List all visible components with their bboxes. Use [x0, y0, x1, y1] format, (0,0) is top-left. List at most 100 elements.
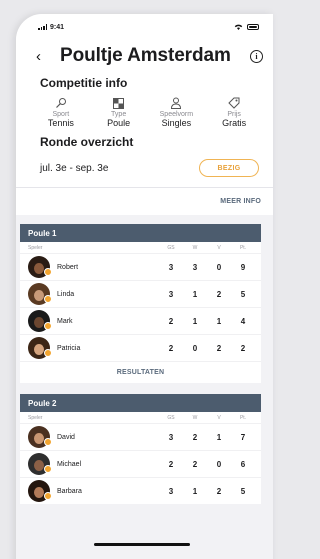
- stat-w: 1: [192, 289, 198, 299]
- title-bar: ‹ Poultje Amsterdam i: [16, 40, 273, 72]
- stat-w: 3: [192, 262, 198, 272]
- stat-gs: 3: [168, 486, 174, 496]
- stat-pt: 5: [240, 486, 246, 496]
- info-cell-sport: Sport Tennis: [32, 96, 90, 128]
- player-name: Michael: [57, 460, 82, 468]
- info-icon[interactable]: i: [250, 49, 263, 63]
- round-row: jul. 3e - sep. 3e BEZIG: [16, 149, 273, 187]
- table-row[interactable]: David 3 2 1 7: [20, 423, 261, 450]
- competition-info-title: Competitie info: [40, 76, 128, 90]
- wifi-icon: [234, 24, 243, 30]
- stat-gs: 2: [168, 343, 174, 353]
- stat-w: 2: [192, 459, 198, 469]
- info-label: Type: [111, 111, 127, 118]
- info-label: Sport: [52, 111, 70, 118]
- phone-screen: 9:41 ‹ Poultje Amsterdam i Competitie in…: [16, 14, 273, 559]
- stat-v: 1: [216, 432, 222, 442]
- competition-info-grid: Sport Tennis Type Poule Speelvorm Single…: [16, 90, 273, 128]
- player-name: David: [57, 433, 75, 441]
- status-bar: 9:41: [16, 14, 273, 40]
- battery-icon: [247, 24, 259, 30]
- info-cell-type: Type Poule: [90, 96, 148, 128]
- player-name: Mark: [57, 317, 73, 325]
- avatar: [28, 256, 52, 278]
- stat-v: 2: [216, 289, 222, 299]
- avatar: [28, 283, 52, 305]
- column-header-w: W: [192, 414, 198, 421]
- stat-gs: 3: [168, 262, 174, 272]
- page-title: Poultje Amsterdam: [60, 45, 231, 66]
- column-header-gs: GS: [167, 244, 175, 251]
- avatar-face: [34, 460, 44, 471]
- column-header-pt: Pt.: [239, 244, 247, 251]
- table-row[interactable]: Linda 3 1 2 5: [20, 280, 261, 307]
- poule-header: Poule 1: [20, 224, 261, 242]
- column-header-pt: Pt.: [239, 414, 247, 421]
- table-row[interactable]: Robert 3 3 0 9: [20, 253, 261, 280]
- info-value: Singles: [161, 118, 192, 128]
- column-header-w: W: [192, 244, 198, 251]
- stat-v: 2: [216, 486, 222, 496]
- avatar-face: [34, 290, 44, 301]
- stat-gs: 3: [168, 289, 174, 299]
- stat-pt: 6: [240, 459, 246, 469]
- avatar-face: [34, 487, 44, 498]
- stat-gs: 3: [168, 432, 174, 442]
- stat-w: 1: [192, 486, 198, 496]
- table-row[interactable]: Patricia 2 0 2 2: [20, 334, 261, 361]
- stat-w: 1: [192, 316, 198, 326]
- racket-icon: [32, 96, 90, 110]
- table-row[interactable]: Mark 2 1 1 4: [20, 307, 261, 334]
- avatar-badge-icon: [44, 268, 52, 276]
- poule-card: Poule 1 Speler GS W V Pt. Robert 3 3 0 9 Linda 3 1 2 5 M…: [20, 224, 261, 383]
- bracket-icon: [90, 96, 148, 110]
- info-cell-prijs: Prijs Gratis: [205, 96, 263, 128]
- signal-icon: [38, 24, 47, 30]
- stat-v: 0: [216, 262, 222, 272]
- status-time: 9:41: [50, 23, 65, 31]
- column-header-gs: GS: [167, 414, 175, 421]
- player-name: Barbara: [57, 487, 82, 495]
- avatar-face: [34, 263, 44, 274]
- info-value: Tennis: [47, 118, 74, 128]
- player-name: Patricia: [57, 344, 81, 352]
- avatar-badge-icon: [44, 349, 52, 357]
- player-name: Robert: [57, 263, 79, 271]
- round-dates: jul. 3e - sep. 3e: [40, 162, 109, 174]
- stat-v: 2: [216, 343, 222, 353]
- avatar-face: [34, 433, 44, 444]
- info-label: Prijs: [227, 111, 241, 118]
- avatar-badge-icon: [44, 295, 52, 303]
- avatar-badge-icon: [44, 438, 52, 446]
- stat-w: 0: [192, 343, 198, 353]
- column-header-player: Speler: [28, 244, 43, 251]
- table-row[interactable]: Barbara 3 1 2 5: [20, 477, 261, 504]
- status-left: 9:41: [38, 24, 64, 31]
- info-value: Gratis: [222, 118, 247, 128]
- more-info-link[interactable]: MEER INFO: [16, 187, 273, 215]
- column-header-v: V: [217, 244, 221, 251]
- info-cell-speelvorm: Speelvorm Singles: [148, 96, 206, 128]
- column-header-row: Speler GS W V Pt.: [20, 412, 261, 423]
- poules-list: Poule 1 Speler GS W V Pt. Robert 3 3 0 9 Linda 3 1 2 5 M…: [16, 224, 273, 504]
- stat-pt: 9: [240, 262, 246, 272]
- stat-v: 1: [216, 316, 222, 326]
- info-label: Speelvorm: [159, 111, 194, 118]
- avatar: [28, 453, 52, 475]
- results-link[interactable]: RESULTATEN: [20, 361, 261, 383]
- stat-v: 0: [216, 459, 222, 469]
- stat-gs: 2: [168, 459, 174, 469]
- table-row[interactable]: Michael 2 2 0 6: [20, 450, 261, 477]
- stat-w: 2: [192, 432, 198, 442]
- header: ‹ Poultje Amsterdam i Competitie info Sp…: [16, 40, 273, 215]
- avatar: [28, 310, 52, 332]
- avatar-badge-icon: [44, 492, 52, 500]
- column-header-row: Speler GS W V Pt.: [20, 242, 261, 253]
- column-header-player: Speler: [28, 414, 43, 421]
- back-chevron-icon[interactable]: ‹: [36, 48, 52, 65]
- avatar-badge-icon: [44, 322, 52, 330]
- info-value: Poule: [107, 118, 131, 128]
- avatar: [28, 426, 52, 448]
- stat-pt: 5: [240, 289, 246, 299]
- avatar: [28, 337, 52, 359]
